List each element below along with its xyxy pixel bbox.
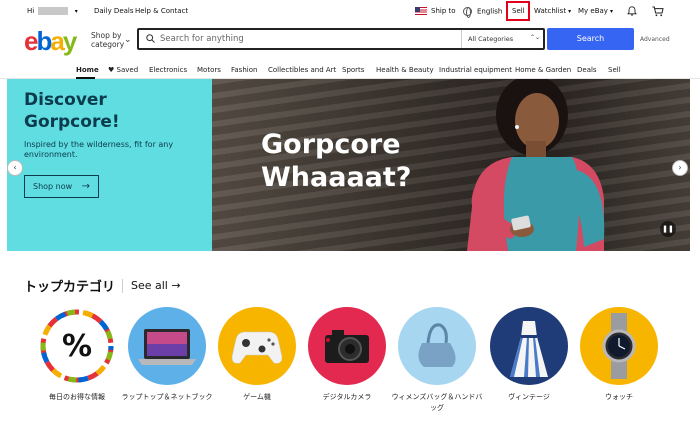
category-vintage[interactable] xyxy=(490,307,568,385)
nav-home-garden[interactable]: Home & Garden xyxy=(515,66,571,74)
watchlist-label: Watchlist xyxy=(534,7,567,15)
category-label[interactable]: ウィメンズバッグ＆ハンドバッグ xyxy=(389,392,485,414)
hero-subtitle: Inspired by the wilderness, fit for any … xyxy=(24,140,174,159)
shop-now-label: Shop now xyxy=(33,182,73,191)
chevron-left-icon: ‹ xyxy=(13,163,17,172)
category-label[interactable]: ゲーム機 xyxy=(209,392,305,403)
handbag-icon xyxy=(418,323,456,367)
category-label[interactable]: ラップトップ＆ネットブック xyxy=(119,392,215,403)
carousel-next-button[interactable]: › xyxy=(672,160,688,176)
watch-icon xyxy=(602,313,636,379)
nav-health-beauty[interactable]: Health & Beauty xyxy=(376,66,434,74)
game-controller-icon xyxy=(231,331,283,364)
chevron-down-icon: ▾ xyxy=(609,8,613,15)
nav-home[interactable]: Home xyxy=(76,66,99,74)
nav-collectibles[interactable]: Collectibles and Art xyxy=(268,66,336,74)
globe-icon xyxy=(463,7,472,18)
see-all-label: See all xyxy=(131,279,168,292)
chevron-down-icon: ▾ xyxy=(568,8,572,15)
sell-highlight-box xyxy=(506,1,530,21)
camera-icon xyxy=(325,330,369,363)
nav-motors[interactable]: Motors xyxy=(197,66,221,74)
language-label: English xyxy=(477,7,503,16)
chevron-down-icon: ⌄ xyxy=(124,35,132,45)
ship-to-button[interactable]: Ship to xyxy=(415,7,456,15)
category-watches[interactable] xyxy=(580,307,658,385)
redacted-username xyxy=(38,7,69,15)
chevron-right-icon: › xyxy=(678,163,682,172)
arrow-right-icon: → xyxy=(81,181,90,192)
ship-to-label: Ship to xyxy=(431,7,456,15)
category-laptops[interactable] xyxy=(128,307,206,385)
carousel-pause-button[interactable]: ❚❚ xyxy=(660,221,676,237)
category-label[interactable]: 毎日のお得な情報 xyxy=(29,392,125,403)
nav-sell[interactable]: Sell xyxy=(608,66,621,74)
help-contact-link[interactable]: Help & Contact xyxy=(135,7,188,15)
pause-icon: ❚❚ xyxy=(662,225,674,233)
nav-saved-label: Saved xyxy=(116,66,139,74)
hero-title: Discover Gorpcore! xyxy=(24,90,120,132)
dress-icon xyxy=(510,321,548,377)
arrow-right-icon: → xyxy=(171,279,181,292)
language-button[interactable]: English xyxy=(463,7,503,18)
logo-letter-a: a xyxy=(50,26,65,56)
logo-letter-e: e xyxy=(24,26,39,56)
see-all-link[interactable]: See all → xyxy=(131,279,181,292)
logo-letter-b: b xyxy=(36,26,52,56)
hero-headline: Gorpcore Whaaaat? xyxy=(261,129,412,193)
shop-now-button[interactable]: Shop now → xyxy=(24,175,99,198)
category-womens-bags[interactable] xyxy=(398,307,476,385)
category-label[interactable]: ヴィンテージ xyxy=(481,392,577,403)
chevron-down-icon: ⌃⌄ xyxy=(530,34,541,41)
category-deals[interactable]: % xyxy=(38,307,116,385)
nav-electronics[interactable]: Electronics xyxy=(149,66,187,74)
percent-icon: % xyxy=(40,309,114,383)
nav-sports[interactable]: Sports xyxy=(342,66,364,74)
carousel-prev-button[interactable]: ‹ xyxy=(7,160,23,176)
nav-deals[interactable]: Deals xyxy=(577,66,597,74)
nav-saved[interactable]: ♥ Saved xyxy=(108,66,138,74)
advanced-search-link[interactable]: Advanced xyxy=(640,36,670,43)
greeting-label: Hi xyxy=(27,7,35,15)
category-select[interactable]: All Categories xyxy=(468,35,513,43)
category-label[interactable]: ウォッチ xyxy=(571,392,667,403)
greeting[interactable]: Hi ▾ xyxy=(27,7,78,15)
nav-fashion[interactable]: Fashion xyxy=(231,66,257,74)
category-game-consoles[interactable] xyxy=(218,307,296,385)
category-digital-cameras[interactable] xyxy=(308,307,386,385)
see-all-divider xyxy=(122,279,123,293)
my-ebay-label: My eBay xyxy=(578,7,608,15)
my-ebay-button[interactable]: My eBay ▾ xyxy=(578,7,613,15)
heart-icon: ♥ xyxy=(108,66,117,74)
ebay-logo[interactable]: ebay xyxy=(24,26,78,57)
category-nav: Home ♥ Saved Electronics Motors Fashion … xyxy=(0,62,700,78)
search-button[interactable]: Search xyxy=(547,28,634,50)
category-label[interactable]: デジタルカメラ xyxy=(299,392,395,403)
top-bar: Hi ▾ Daily Deals Help & Contact Ship to … xyxy=(0,0,700,22)
laptop-icon xyxy=(138,329,196,365)
chevron-down-icon: ▾ xyxy=(74,8,78,15)
svg-text:%: % xyxy=(62,329,92,364)
us-flag-icon xyxy=(415,7,427,15)
search-input[interactable] xyxy=(160,31,455,47)
nav-industrial[interactable]: Industrial equipment xyxy=(439,66,512,74)
top-categories-title: トップカテゴリ xyxy=(24,280,116,295)
daily-deals-link[interactable]: Daily Deals xyxy=(94,7,134,15)
search-icon xyxy=(146,34,155,43)
watchlist-button[interactable]: Watchlist ▾ xyxy=(534,7,571,15)
bell-icon[interactable] xyxy=(627,6,637,16)
shop-by-category-button[interactable]: Shop by category xyxy=(91,31,124,49)
cart-icon[interactable] xyxy=(652,6,664,17)
search-divider xyxy=(461,30,462,48)
logo-letter-y: y xyxy=(62,26,78,56)
